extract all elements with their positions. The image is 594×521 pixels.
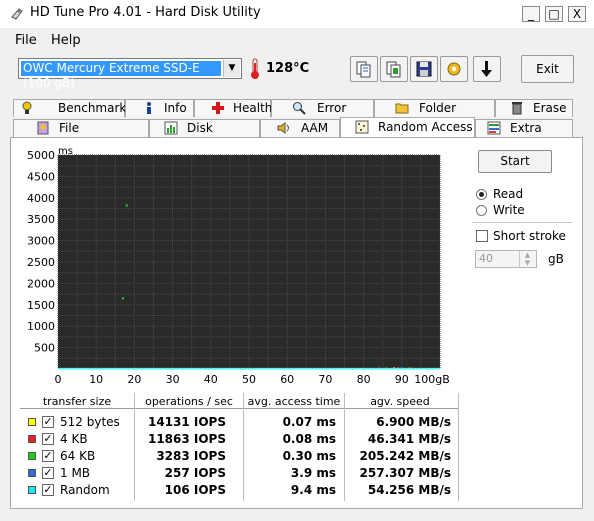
write-radio[interactable] [476,205,487,216]
series-checkbox[interactable]: ✓ [42,433,54,445]
transfer-size-cell: 512 bytes [60,415,120,429]
short-stroke-unit: gB [548,252,564,266]
divider [472,222,572,223]
y-tick-label: 4000 [27,192,55,205]
x-tick-label: 80 [357,373,371,386]
transfer-size-cell: Random [60,483,110,497]
series-color-swatch [28,486,36,494]
access-time-cell: 0.30 ms [282,449,336,463]
short-stroke-checkbox[interactable] [476,230,488,242]
short-stroke-label[interactable]: Short stroke [493,229,566,243]
access-time-cell: 0.07 ms [282,415,336,429]
x-tick-label: 100gB [414,373,450,386]
spinner-arrows-icon[interactable]: ▲ ▼ [519,251,535,267]
y-tick-label: 5000 [27,149,55,162]
x-tick-label: 20 [127,373,141,386]
table-row: ✓ 1 MB 257 IOPS 3.9 ms 257.307 MB/s [20,465,459,481]
header-transfer-size: transfer size [42,395,112,408]
series-checkbox[interactable]: ✓ [42,416,54,428]
speed-cell: 6.900 MB/s [376,415,451,429]
y-tick-label: 1500 [27,299,55,312]
x-tick-label: 30 [166,373,180,386]
table-row: ✓ 4 KB 11863 IOPS 0.08 ms 46.341 MB/s [20,431,459,447]
header-speed: agv. speed [370,395,430,408]
y-tick-label: 3500 [27,213,55,226]
transfer-size-cell: 1 MB [60,466,91,480]
speed-cell: 54.256 MB/s [367,483,451,497]
series-color-swatch [28,452,36,460]
series-checkbox[interactable]: ✓ [42,484,54,496]
short-stroke-size-input[interactable]: 40 ▲ ▼ [475,250,537,268]
x-tick-label: 60 [280,373,294,386]
transfer-size-cell: 64 KB [60,449,96,463]
speed-cell: 257.307 MB/s [359,466,451,480]
y-tick-label: 1000 [27,320,55,333]
y-axis-unit-label: ms [58,146,73,157]
data-point [125,204,128,207]
short-stroke-size-value: 40 [479,252,493,265]
y-tick-label: 2000 [27,277,55,290]
x-tick-label: 50 [242,373,256,386]
write-label[interactable]: Write [493,203,525,217]
series-checkbox[interactable]: ✓ [42,467,54,479]
operations-cell: 106 IOPS [164,483,226,497]
series-color-swatch [28,418,36,426]
start-button[interactable]: Start [478,150,552,173]
y-tick-label: 3000 [27,235,55,248]
data-point [121,297,124,300]
operations-cell: 3283 IOPS [156,449,226,463]
x-tick-label: 0 [55,373,62,386]
header-access-time: avg. access time [247,395,341,408]
y-tick-label: 500 [34,342,55,355]
access-time-cell: 9.4 ms [290,483,336,497]
header-operations: operations / sec [145,395,233,408]
y-tick-label: 4500 [27,170,55,183]
read-radio[interactable] [476,189,487,200]
y-tick-label: 2500 [27,256,55,269]
table-row: ✓ 64 KB 3283 IOPS 0.30 ms 205.242 MB/s [20,448,459,464]
x-tick-label: 40 [204,373,218,386]
table-row: ✓ Random 106 IOPS 9.4 ms 54.256 MB/s [20,482,459,498]
operations-cell: 14131 IOPS [147,415,226,429]
table-row: ✓ 512 bytes 14131 IOPS 0.07 ms 6.900 MB/s [20,414,459,430]
access-time-cell: 3.9 ms [290,466,336,480]
read-label[interactable]: Read [493,187,523,201]
x-tick-label: 70 [318,373,332,386]
table-header-divider [20,408,459,409]
random-access-icon [355,120,369,134]
operations-cell: 257 IOPS [164,466,226,480]
series-checkbox[interactable]: ✓ [42,450,54,462]
series-color-swatch [28,435,36,443]
speed-cell: 205.242 MB/s [359,449,451,463]
speed-cell: 46.341 MB/s [367,432,451,446]
transfer-size-cell: 4 KB [60,432,88,446]
x-tick-label: 90 [395,373,409,386]
operations-cell: 11863 IOPS [147,432,226,446]
series-color-swatch [28,469,36,477]
x-tick-label: 10 [89,373,103,386]
tab-random-access[interactable]: Random Access [340,117,475,137]
access-time-cell: 0.08 ms [282,432,336,446]
